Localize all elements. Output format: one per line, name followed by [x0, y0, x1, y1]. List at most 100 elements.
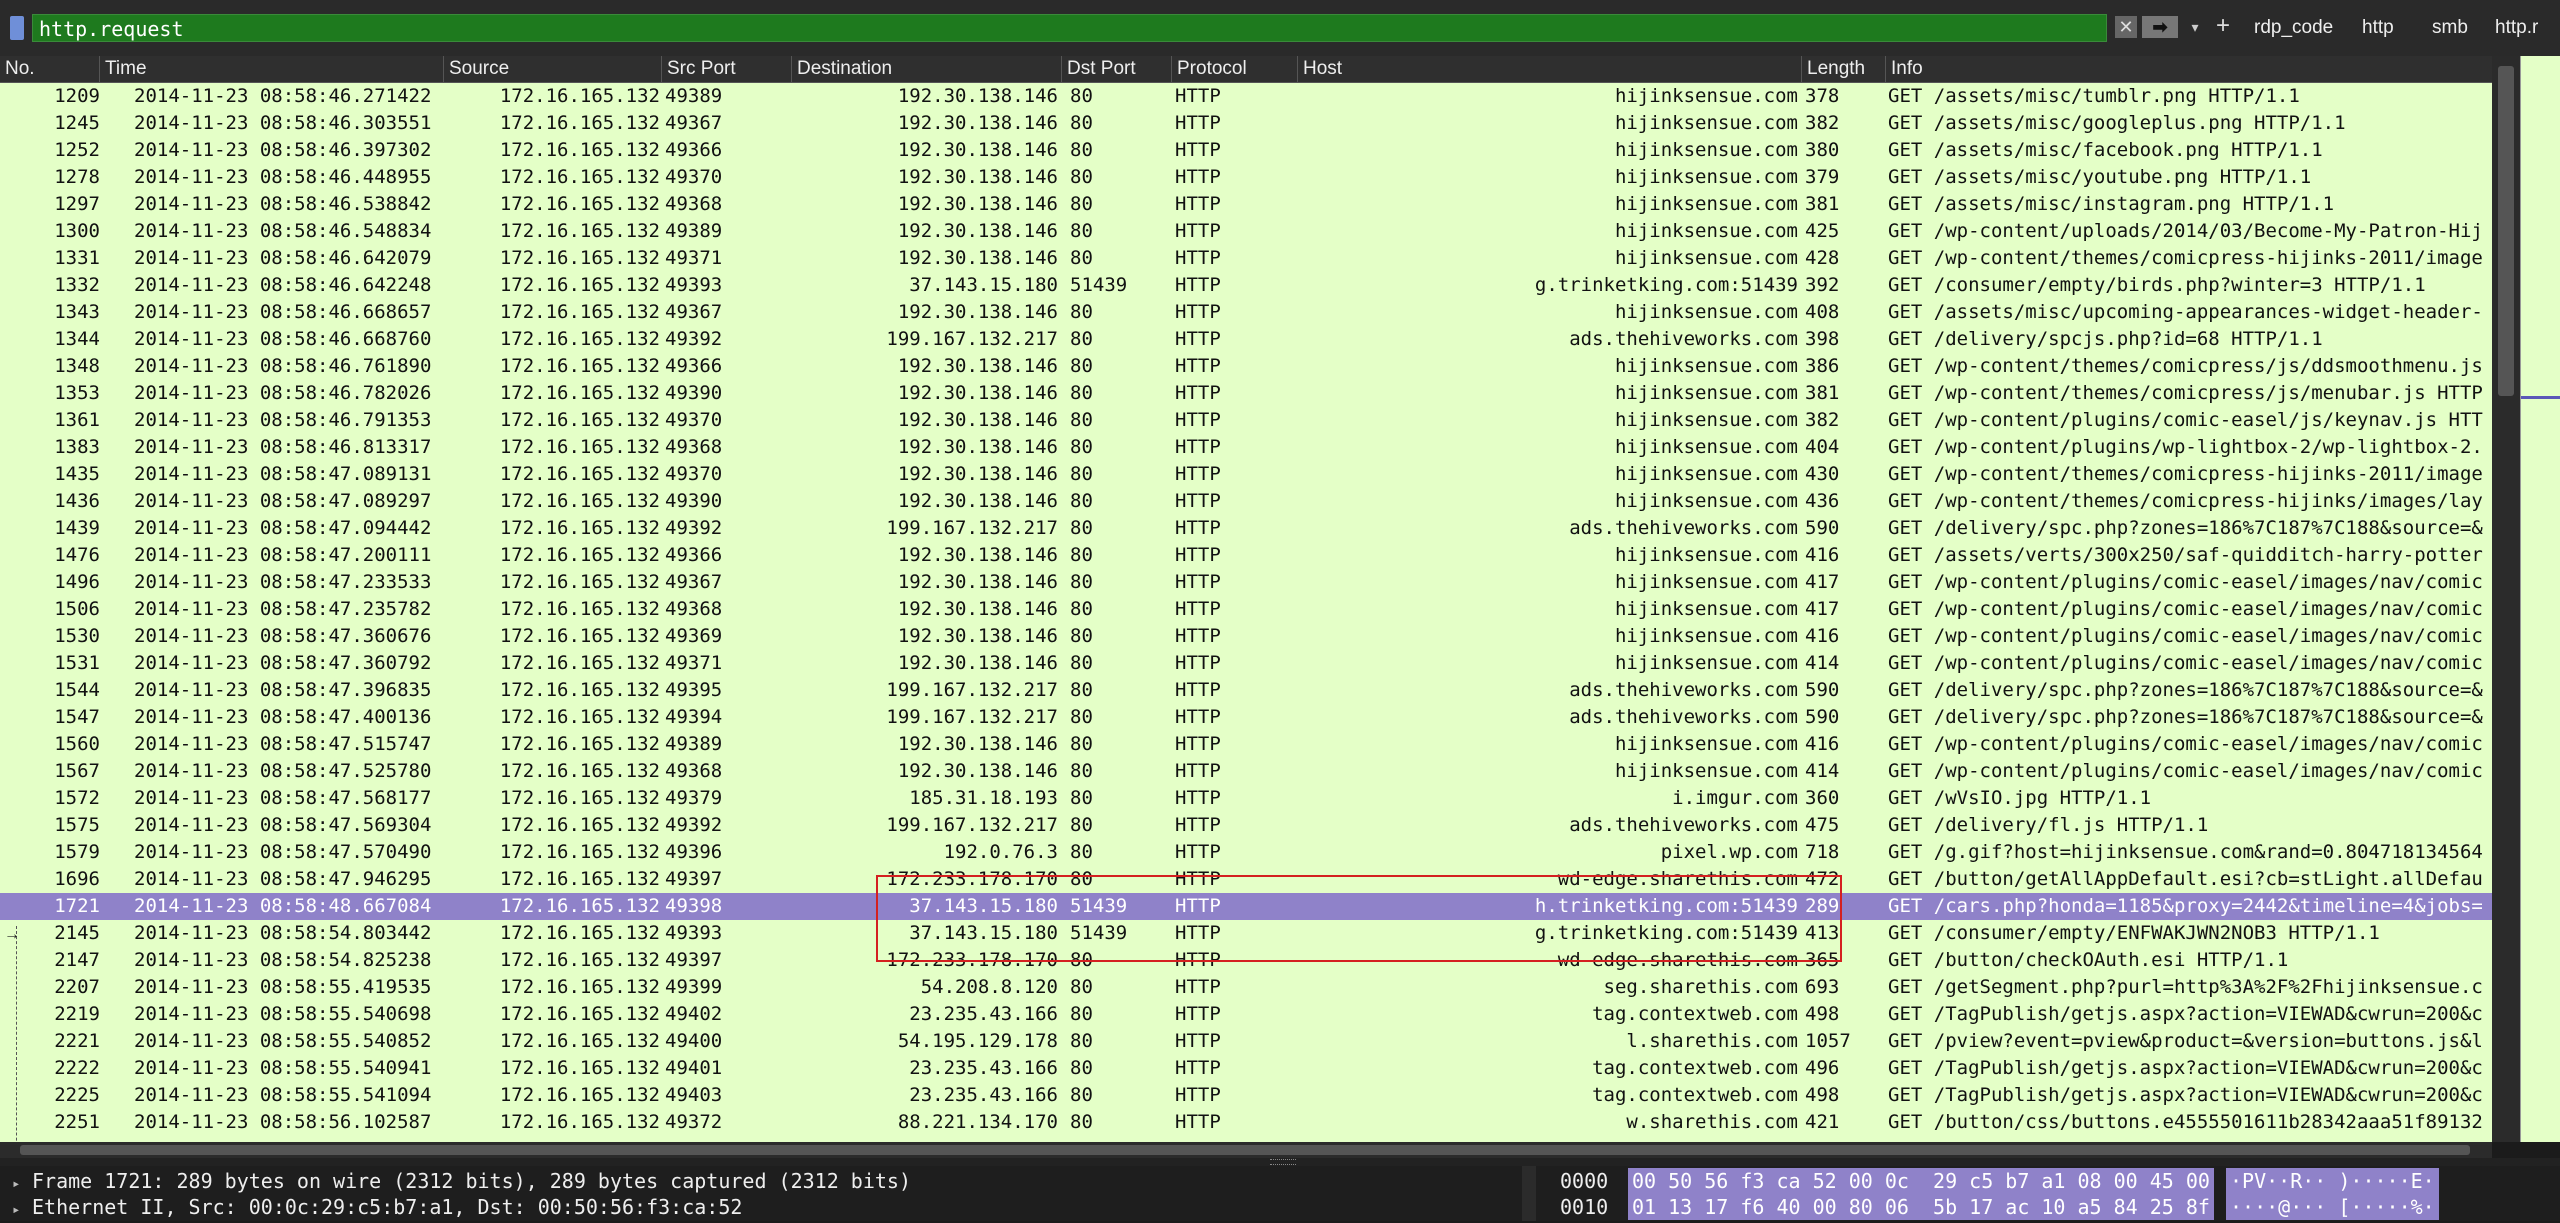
packet-row[interactable]: 1436 2014-11-23 08:58:47.089297 172.16.165…: [0, 488, 2492, 515]
packet-list: No. Time Source Src Port Destination Dst…: [0, 56, 2560, 1142]
splitter-grip-icon[interactable]: [1270, 1159, 1296, 1165]
cell-destination: 192.30.138.146: [897, 382, 1058, 404]
cell-no: 1531: [54, 652, 100, 674]
cell-protocol: HTTP: [1175, 976, 1221, 998]
packet-list-vertical-scrollbar[interactable]: [2492, 56, 2520, 1142]
bytes-scrollbar[interactable]: [1522, 1166, 1536, 1221]
packet-row[interactable]: 1435 2014-11-23 08:58:47.089131 172.16.165…: [0, 461, 2492, 488]
packet-row[interactable]: 1245 2014-11-23 08:58:46.303551 172.16.165…: [0, 110, 2492, 137]
column-header-src-port[interactable]: Src Port: [662, 56, 792, 82]
quick-filter-rdp-code[interactable]: rdp_code: [2254, 14, 2333, 42]
packet-row[interactable]: 1544 2014-11-23 08:58:47.396835 172.16.165…: [0, 677, 2492, 704]
column-header-dst-port[interactable]: Dst Port: [1062, 56, 1172, 82]
packet-row[interactable]: 1331 2014-11-23 08:58:46.642079 172.16.165…: [0, 245, 2492, 272]
cell-time: 2014-11-23 08:58:46.791353: [134, 409, 432, 431]
pane-splitter[interactable]: [0, 1158, 2560, 1166]
clear-filter-icon[interactable]: ✕: [2115, 16, 2137, 38]
cell-time: 2014-11-23 08:58:46.668760: [134, 328, 432, 350]
packet-row[interactable]: 1348 2014-11-23 08:58:46.761890 172.16.165…: [0, 353, 2492, 380]
cell-protocol: HTTP: [1175, 733, 1221, 755]
packet-row[interactable]: 2251 2014-11-23 08:58:56.102587 172.16.165…: [0, 1109, 2492, 1136]
packet-row[interactable]: 1361 2014-11-23 08:58:46.791353 172.16.165…: [0, 407, 2492, 434]
cell-host: tag.contextweb.com: [1592, 1084, 1798, 1106]
packet-row[interactable]: 1209 2014-11-23 08:58:46.271422 172.16.165…: [0, 83, 2492, 110]
cell-source: 172.16.165.132: [499, 706, 660, 728]
packet-row[interactable]: 1252 2014-11-23 08:58:46.397302 172.16.165…: [0, 137, 2492, 164]
packet-row[interactable]: 1506 2014-11-23 08:58:47.235782 172.16.165…: [0, 596, 2492, 623]
packet-row[interactable]: 1343 2014-11-23 08:58:46.668657 172.16.165…: [0, 299, 2492, 326]
add-filter-button-icon[interactable]: +: [2212, 12, 2234, 40]
column-header-info[interactable]: Info: [1886, 56, 2492, 82]
packet-bytes-pane: 0000 00 50 56 f3 ca 52 00 0c 29 c5 b7 a1…: [1512, 1166, 2560, 1221]
column-header-no[interactable]: No.: [0, 56, 100, 82]
packet-row[interactable]: 1297 2014-11-23 08:58:46.538842 172.16.165…: [0, 191, 2492, 218]
cell-info: GET /wp-content/themes/comicpress-hijink…: [1888, 463, 2483, 485]
hex-bytes[interactable]: 01 13 17 f6 40 00 80 06 5b 17 ac 10 a5 8…: [1628, 1194, 2214, 1220]
hex-bytes[interactable]: 00 50 56 f3 ca 52 00 0c 29 c5 b7 a1 08 0…: [1628, 1168, 2214, 1194]
packet-row[interactable]: 1300 2014-11-23 08:58:46.548834 172.16.165…: [0, 218, 2492, 245]
cell-source: 172.16.165.132: [499, 301, 660, 323]
packet-row[interactable]: 1531 2014-11-23 08:58:47.360792 172.16.165…: [0, 650, 2492, 677]
cell-src-port: 49371: [665, 247, 723, 269]
column-header-time[interactable]: Time: [100, 56, 444, 82]
apply-filter-icon[interactable]: ➡: [2142, 16, 2178, 38]
cell-destination: 192.30.138.146: [897, 301, 1058, 323]
request-arrow-icon: →: [4, 926, 20, 943]
cell-protocol: HTTP: [1175, 436, 1221, 458]
filter-bookmark-icon[interactable]: [10, 16, 24, 40]
ascii-bytes[interactable]: ····@··· [·····%·: [2226, 1194, 2439, 1220]
packet-row[interactable]: 1476 2014-11-23 08:58:47.200111 172.16.165…: [0, 542, 2492, 569]
cell-src-port: 49368: [665, 760, 723, 782]
packet-row[interactable]: 1575 2014-11-23 08:58:47.569304 172.16.165…: [0, 812, 2492, 839]
cell-destination: 88.221.134.170: [897, 1111, 1058, 1133]
cell-host: w.sharethis.com: [1626, 1111, 1798, 1133]
packet-row[interactable]: 1567 2014-11-23 08:58:47.525780 172.16.165…: [0, 758, 2492, 785]
packet-row[interactable]: 1530 2014-11-23 08:58:47.360676 172.16.165…: [0, 623, 2492, 650]
column-header-protocol[interactable]: Protocol: [1172, 56, 1298, 82]
cell-src-port: 49371: [665, 652, 723, 674]
packet-list-horizontal-scrollbar[interactable]: [0, 1142, 2492, 1158]
display-filter-input[interactable]: http.request: [32, 14, 2107, 42]
tree-item-ethernet[interactable]: ▸ Ethernet II, Src: 00:0c:29:c5:b7:a1, Ds…: [12, 1194, 742, 1220]
packet-row[interactable]: 1332 2014-11-23 08:58:46.642248 172.16.165…: [0, 272, 2492, 299]
tree-item-frame[interactable]: ▸ Frame 1721: 289 bytes on wire (2312 bit…: [12, 1168, 911, 1194]
packet-row[interactable]: 1278 2014-11-23 08:58:46.448955 172.16.165…: [0, 164, 2492, 191]
column-header-length[interactable]: Length: [1802, 56, 1886, 82]
cell-source: 172.16.165.132: [499, 652, 660, 674]
cell-info: GET /assets/misc/googleplus.png HTTP/1.1: [1888, 112, 2346, 134]
packet-row[interactable]: 1353 2014-11-23 08:58:46.782026 172.16.165…: [0, 380, 2492, 407]
packet-row[interactable]: 1579 2014-11-23 08:58:47.570490 172.16.165…: [0, 839, 2492, 866]
quick-filter-smb[interactable]: smb: [2432, 14, 2468, 42]
display-filter-toolbar: http.request ✕ ➡ ▾ + rdp_code http smb h…: [0, 0, 2560, 57]
ascii-bytes[interactable]: ·PV··R·· )·····E·: [2226, 1168, 2439, 1194]
scrollbar-thumb[interactable]: [20, 1145, 2470, 1155]
cell-info: GET /wp-content/plugins/comic-easel/js/k…: [1888, 409, 2483, 431]
column-header-host[interactable]: Host: [1298, 56, 1802, 82]
filter-history-chevron-down-icon[interactable]: ▾: [2185, 14, 2205, 40]
packet-row[interactable]: 2222 2014-11-23 08:58:55.540941 172.16.165…: [0, 1055, 2492, 1082]
cell-protocol: HTTP: [1175, 301, 1221, 323]
cell-destination: 192.30.138.146: [897, 166, 1058, 188]
packet-row[interactable]: 2225 2014-11-23 08:58:55.541094 172.16.165…: [0, 1082, 2492, 1109]
packet-row[interactable]: 1547 2014-11-23 08:58:47.400136 172.16.165…: [0, 704, 2492, 731]
packet-row[interactable]: 2207 2014-11-23 08:58:55.419535 172.16.165…: [0, 974, 2492, 1001]
packet-row[interactable]: 1383 2014-11-23 08:58:46.813317 172.16.165…: [0, 434, 2492, 461]
packet-row[interactable]: 1496 2014-11-23 08:58:47.233533 172.16.165…: [0, 569, 2492, 596]
packet-row[interactable]: 2221 2014-11-23 08:58:55.540852 172.16.165…: [0, 1028, 2492, 1055]
cell-length: 693: [1805, 976, 1840, 998]
packet-row[interactable]: 1344 2014-11-23 08:58:46.668760 172.16.165…: [0, 326, 2492, 353]
quick-filter-http-r[interactable]: http.r: [2495, 14, 2538, 42]
packet-row[interactable]: 1572 2014-11-23 08:58:47.568177 172.16.165…: [0, 785, 2492, 812]
cell-length: 1057: [1805, 1030, 1851, 1052]
packet-row[interactable]: 2219 2014-11-23 08:58:55.540698 172.16.165…: [0, 1001, 2492, 1028]
scrollbar-thumb[interactable]: [2498, 66, 2514, 396]
packet-row[interactable]: 1439 2014-11-23 08:58:47.094442 172.16.165…: [0, 515, 2492, 542]
cell-host: hijinksensue.com: [1614, 409, 1798, 431]
quick-filter-http[interactable]: http: [2362, 14, 2394, 42]
packet-row[interactable]: 1560 2014-11-23 08:58:47.515747 172.16.165…: [0, 731, 2492, 758]
packet-minimap[interactable]: [2520, 56, 2560, 1142]
column-header-source[interactable]: Source: [444, 56, 662, 82]
column-header-destination[interactable]: Destination: [792, 56, 1062, 82]
expand-arrow-icon[interactable]: ▸: [12, 1197, 32, 1223]
cell-no: 1361: [54, 409, 100, 431]
